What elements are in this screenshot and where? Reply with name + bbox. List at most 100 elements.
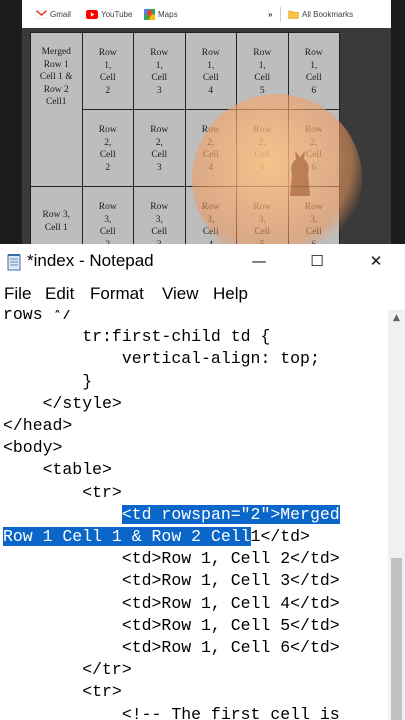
bookmarks-bar: Gmail YouTube Maps » All Bookmarks (22, 0, 391, 28)
table-row: Merged Row 1 Cell 1 & Row 2 Cell1 Row 1, C… (30, 32, 340, 187)
cell-text-line: 6 (311, 85, 317, 96)
all-bookmarks-button[interactable]: All Bookmarks (288, 9, 353, 21)
code-line: <tr> (3, 482, 122, 502)
code-line: <body> (3, 438, 63, 458)
cell-text-line: Row 2 (43, 84, 69, 95)
cell-text-line: 3, (104, 214, 112, 225)
code-line: <tr> (3, 682, 122, 702)
cell-text-line: Row (150, 48, 169, 58)
title-bar: *index - Notepad — ☐ ✕ (0, 244, 405, 280)
browser-window: Gmail YouTube Maps » All Bookmarks Merge… (0, 0, 405, 244)
close-button[interactable]: ✕ (347, 244, 405, 280)
cell-text-line: 4 (208, 85, 214, 96)
table-cell: Row 2, Cell 3 (133, 109, 186, 187)
code-line: tr:first-child td { (3, 327, 271, 347)
demo-table: Merged Row 1 Cell 1 & Row 2 Cell1 Row 1, C… (30, 32, 340, 244)
code-line: vertical-align: top; (3, 349, 320, 369)
bookmark-maps-label: Maps (158, 10, 178, 19)
text-editor-area[interactable]: rows */ tr:first-child td { vertical-ali… (0, 310, 388, 720)
cell-text-line: Cell (99, 150, 116, 160)
cell-text-line: Cell (305, 73, 322, 83)
scroll-up-arrow-icon[interactable]: ▲ (388, 310, 405, 327)
cell-text-line: Cell 1 & (39, 72, 73, 82)
cell-text-line: Cell (151, 227, 168, 237)
menu-file[interactable]: File (4, 284, 31, 304)
cell-text-line: Cell1 (45, 97, 67, 107)
cell-text-line: Row 1 (43, 59, 69, 70)
vertical-scrollbar[interactable]: ▲ (388, 310, 405, 720)
minimize-button[interactable]: — (230, 244, 288, 280)
scrollbar-thumb[interactable] (391, 558, 402, 720)
selected-text: Row 1 Cell 1 & Row 2 Cell (3, 527, 251, 546)
cell-text-line: Cell (305, 227, 322, 237)
cell-text-line: Row (304, 48, 323, 58)
cell-text-line: 3, (310, 214, 318, 225)
code-line: <td>Row 1, Cell 6</td> (3, 638, 340, 657)
cell-text-line: Row (253, 202, 272, 212)
menu-help[interactable]: Help (213, 284, 248, 304)
table-cell: Row 1, Cell 3 (133, 32, 186, 110)
cell-text-line: Row (201, 202, 220, 212)
code-line: } (3, 371, 93, 391)
cell-text-line: Row (150, 125, 169, 135)
cell-text-line: Row (201, 125, 220, 135)
cell-text-line: Cell (99, 227, 116, 237)
menu-view[interactable]: View (162, 284, 199, 304)
code-line: </style> (3, 393, 122, 413)
code-line: </head> (3, 416, 73, 435)
cell-text-line: Row (150, 202, 169, 212)
bookmark-maps[interactable]: Maps (144, 9, 178, 21)
menu-format[interactable]: Format (90, 284, 144, 304)
bookmark-gmail[interactable]: Gmail (36, 9, 71, 21)
code-line: <td>Row 1, Cell 5</td> (3, 615, 340, 635)
menu-edit[interactable]: Edit (45, 284, 74, 304)
bookmark-youtube-label: YouTube (101, 10, 133, 19)
notepad-window: *index - Notepad — ☐ ✕ File Edit Format … (0, 244, 405, 720)
maps-icon (144, 9, 155, 21)
cell-text-line: Cell (254, 73, 271, 83)
table-cell: Row 1, Cell 2 (81, 32, 134, 110)
cell-text-line: Cell (254, 227, 271, 237)
cell-text-line: 6 (311, 162, 317, 173)
cell-text-line: Row (253, 48, 272, 58)
code-line: rows */ (3, 310, 73, 324)
cell-text-line: Merged (41, 47, 71, 57)
cell-text-line: 2, (258, 137, 266, 148)
cell-text-line: 2, (310, 137, 318, 148)
cell-text-line: 5 (259, 85, 265, 96)
cell-text-line: 3, (155, 214, 163, 225)
maximize-button[interactable]: ☐ (288, 244, 346, 280)
bookmarks-overflow-button[interactable]: » (268, 9, 272, 21)
cell-text-line: Row (98, 202, 117, 212)
cell-text-line: 5 (259, 162, 265, 173)
bookmark-youtube[interactable]: YouTube (86, 9, 132, 21)
cell-text-line: Row (304, 125, 323, 135)
table-cell: Row3,Cell3 (133, 186, 186, 244)
window-title: *index - Notepad (27, 251, 154, 270)
cell-text-line: 2 (105, 85, 111, 96)
cell-text-line: 1, (104, 60, 112, 71)
cell-text-line: Cell 1 (44, 222, 68, 233)
cell-text-line: 2 (105, 162, 111, 173)
table-cell: Row 2, Cell 4 (184, 109, 237, 187)
table-cell: Row3,Cell4 (184, 186, 237, 244)
code-line: <td rowspan="2">Merged (3, 504, 340, 526)
bookmarks-divider (280, 7, 281, 22)
table-cell: Row 2, Cell 6 (287, 109, 340, 187)
table-cell: Row 1, Cell 6 (287, 32, 340, 110)
table-cell: Row3,Cell2 (81, 186, 134, 244)
bookmark-gmail-label: Gmail (50, 10, 71, 19)
all-bookmarks-label: All Bookmarks (302, 10, 354, 19)
table-cell: Row 3, Cell 1 (30, 186, 83, 244)
table-cell: Row3,Cell5 (236, 186, 289, 244)
table-cell: Row 1, Cell 4 (184, 32, 237, 110)
code-line: Row 1 Cell 1 & Row 2 Cell1</td> (3, 526, 310, 548)
page-content: Merged Row 1 Cell 1 & Row 2 Cell1 Row 1, C… (22, 28, 391, 244)
selected-text: <td rowspan="2">Merged (121, 504, 340, 524)
code-line: <table> (3, 460, 112, 480)
cell-text-line: 1, (258, 60, 266, 71)
cell-text-line: Cell (151, 150, 168, 160)
cell-text-line: Cell (202, 150, 219, 160)
table-cell: Row 2, Cell 5 (236, 109, 289, 187)
